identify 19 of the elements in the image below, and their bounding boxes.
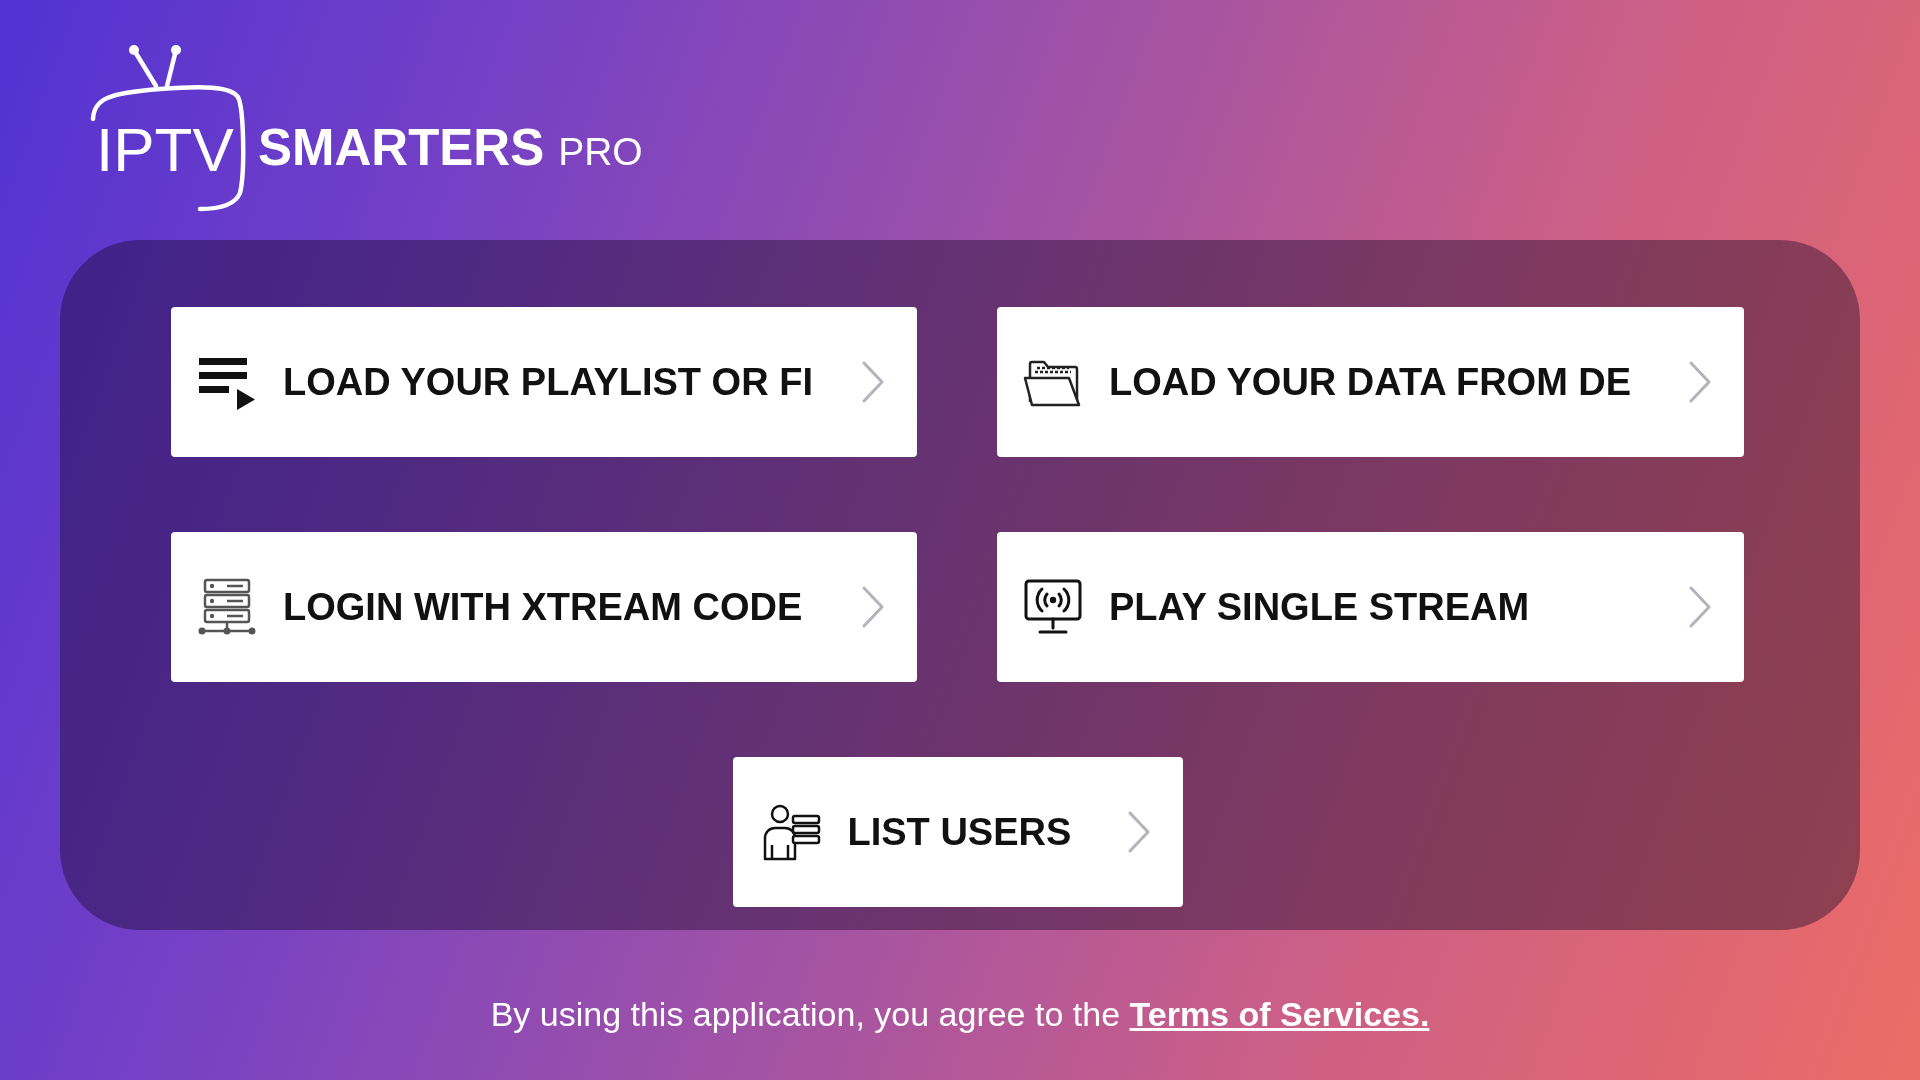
terms-link[interactable]: Terms of Services. [1129,995,1430,1033]
chevron-right-icon [1126,810,1151,854]
chevron-right-icon [1688,360,1712,404]
logo-title: SMARTERS [258,122,545,173]
terms-notice: By using this application, you agree to the Terms of Services. [489,994,1431,1035]
menu-button[interactable]: LOGIN WITH XTREAM CODE [171,532,917,682]
chevron-right-icon [861,585,885,629]
user-list-icon [761,802,822,862]
tv-outline-icon [90,45,246,212]
server-stack-icon [197,577,257,637]
menu-button[interactable]: PLAY SINGLE STREAM [997,532,1744,682]
menu-button[interactable]: LOAD YOUR DATA FROM DE [997,307,1744,457]
menu-button[interactable]: LOAD YOUR PLAYLIST OR FI [171,307,917,457]
chevron-right-icon [861,360,885,404]
chevron-right-icon [1688,585,1712,629]
logo-text: IPTV [96,115,234,184]
logo-edition: PRO [558,132,643,171]
monitor-broadcast-icon [1023,577,1083,637]
menu-button[interactable]: LIST USERS [732,757,1183,907]
